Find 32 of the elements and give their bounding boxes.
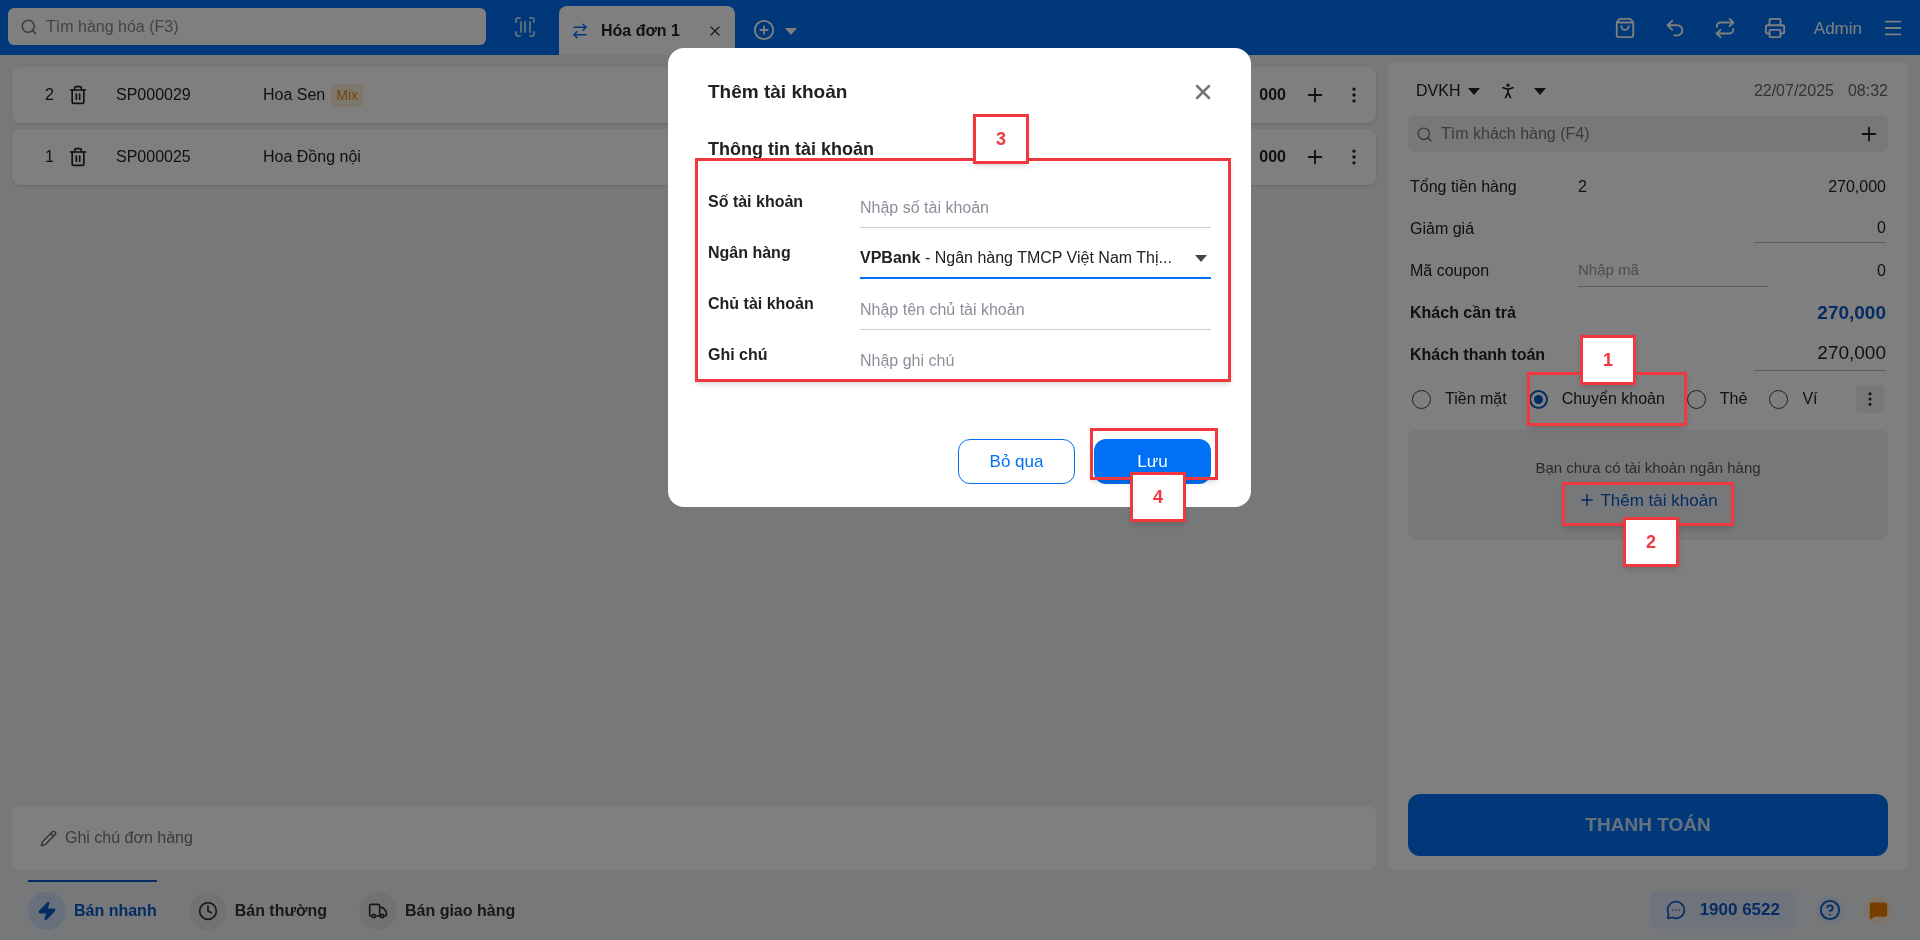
product-tag: Mix bbox=[331, 83, 364, 107]
summary-label: Khách cần trả bbox=[1410, 303, 1517, 323]
line-amount: 000 bbox=[1259, 147, 1286, 167]
field-label: Số tài khoản bbox=[708, 192, 805, 212]
dialog-title: Thêm tài khoản bbox=[708, 79, 848, 104]
step-number: 2 bbox=[1623, 517, 1679, 567]
step-number: 4 bbox=[1130, 472, 1186, 522]
step-number: 1 bbox=[1580, 335, 1636, 385]
line-amount: 000 bbox=[1259, 85, 1286, 105]
product-name: Hoa Đồng nội bbox=[263, 147, 361, 167]
order-date: 22/07/2025 bbox=[1753, 81, 1834, 101]
summary-label: Giảm giá bbox=[1410, 219, 1476, 239]
product-name: Hoa Sen bbox=[263, 85, 326, 105]
summary-value: 270,000 bbox=[1828, 177, 1886, 197]
order-time: 08:32 bbox=[1847, 81, 1888, 101]
product-code: SP000029 bbox=[116, 85, 192, 105]
summary-value: 0 bbox=[1877, 261, 1886, 281]
item-count: 2 bbox=[1578, 177, 1588, 197]
line-number: 1 bbox=[44, 147, 55, 167]
step-number: 3 bbox=[973, 114, 1029, 164]
summary-value: 270,000 bbox=[1817, 300, 1886, 325]
summary-label: Tổng tiền hàng bbox=[1410, 177, 1518, 197]
section-title: Thông tin tài khoản bbox=[708, 138, 874, 161]
field-label: Ghi chú bbox=[708, 345, 769, 365]
summary-label: Mã coupon bbox=[1410, 261, 1491, 281]
summary-label: Khách thanh toán bbox=[1410, 345, 1547, 365]
field-label: Ngân hàng bbox=[708, 243, 792, 263]
field-label: Chủ tài khoản bbox=[708, 294, 815, 314]
tab-label: Hóa đơn 1 bbox=[601, 20, 681, 41]
line-number: 2 bbox=[44, 85, 55, 105]
bank-notice: Bạn chưa có tài khoản ngân hàng bbox=[1535, 458, 1761, 478]
product-code: SP000025 bbox=[116, 147, 192, 167]
